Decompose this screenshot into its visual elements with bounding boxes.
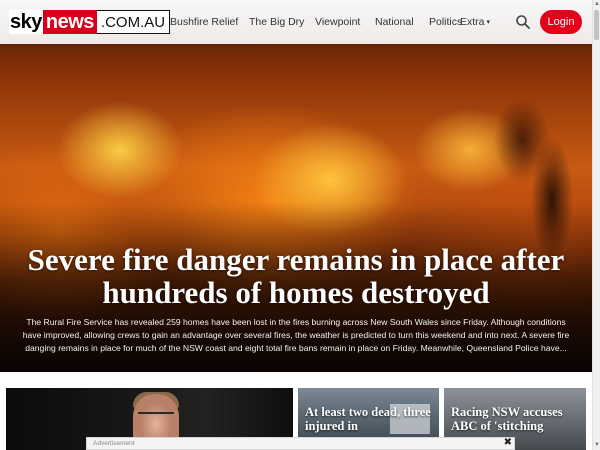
logo-sky-text: sky [9,10,43,34]
hero-headline[interactable]: Severe fire danger remains in place afte… [18,243,574,309]
logo-domain-text: .COM.AU [96,10,171,34]
search-icon [516,15,530,29]
nav-item-politics[interactable]: Politics [429,16,462,28]
hero-summary: The Rural Fire Service has revealed 259 … [22,317,570,353]
story-card-2-title[interactable]: At least two dead, three injured in [305,405,435,433]
logo-news-text: news [42,10,97,34]
nav-item-extra[interactable]: Extra ▾ [460,16,490,28]
page-scrollbar[interactable]: ▲ ▼ [592,0,600,450]
card1-person-glasses [138,412,174,420]
sky-news-logo[interactable]: sky news .COM.AU [9,10,171,34]
nav-item-viewpoint[interactable]: Viewpoint [315,16,360,28]
nav-extra-label: Extra [460,16,485,28]
nav-item-bushfire-relief[interactable]: Bushfire Relief [170,16,238,28]
nav-item-the-big-dry[interactable]: The Big Dry [249,16,304,28]
story-card-3-title[interactable]: Racing NSW accuses ABC of 'stitching [451,405,581,433]
chevron-down-icon: ▾ [486,19,491,26]
close-icon[interactable]: ✖ [504,437,512,449]
ad-label: Advertisement [93,440,135,447]
login-button[interactable]: Login [540,10,582,34]
nav-item-national[interactable]: National [375,16,414,28]
scroll-down-arrow-icon[interactable]: ▼ [593,441,600,450]
scrollbar-thumb[interactable] [594,10,599,40]
hero-banner[interactable]: Severe fire danger remains in place afte… [0,0,592,372]
scroll-up-arrow-icon[interactable]: ▲ [593,0,600,9]
top-navigation: sky news .COM.AU Bushfire Relief The Big… [0,0,592,44]
advertisement-bar: Advertisement ✖ [86,437,515,450]
search-button[interactable] [513,12,533,32]
